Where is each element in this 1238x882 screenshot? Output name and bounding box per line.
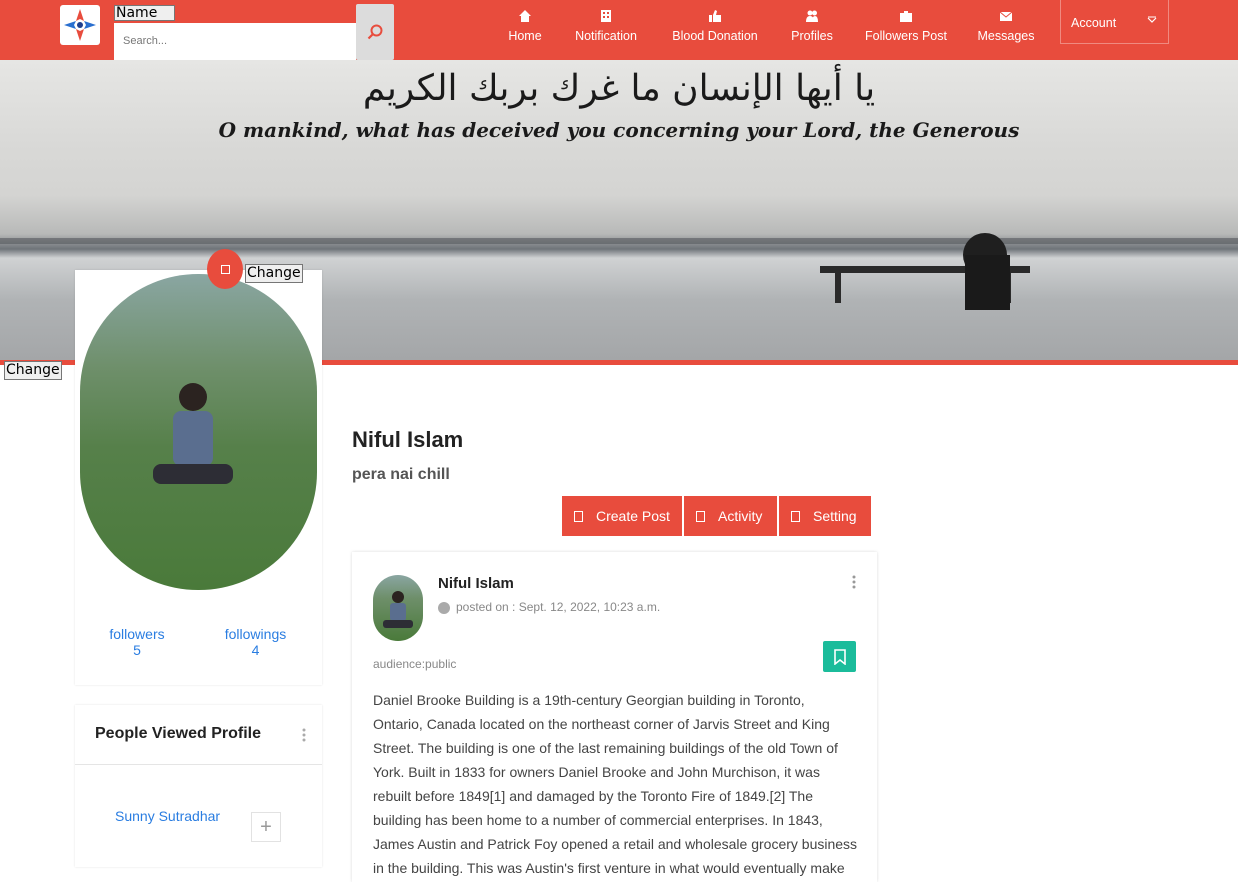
search-button[interactable] (356, 4, 394, 60)
account-label: Account (1071, 16, 1117, 30)
post-author-avatar[interactable] (373, 575, 423, 641)
activity-button[interactable]: Activity (684, 496, 777, 536)
nav-home[interactable]: Home (505, 8, 545, 52)
nav-profiles[interactable]: Profiles (789, 8, 835, 52)
followers-label: followers (109, 626, 165, 642)
setting-label: Setting (813, 508, 857, 524)
account-dropdown[interactable]: Account (1060, 0, 1169, 44)
nav-notification[interactable]: Notification (570, 8, 642, 52)
divider (75, 764, 322, 765)
change-avatar-button[interactable]: Change (245, 264, 303, 283)
nav-blood-donation[interactable]: Blood Donation (668, 8, 762, 52)
gear-icon (791, 510, 800, 522)
post-body: Daniel Brooke Building is a 19th-century… (373, 692, 858, 876)
post-avatar-person (383, 591, 413, 628)
edit-icon (574, 510, 583, 522)
followings-stat[interactable]: followings 4 (219, 626, 292, 658)
nav-label: Notification (575, 29, 637, 43)
nav-label: Blood Donation (672, 29, 758, 43)
search-icon (367, 24, 383, 40)
people-viewed-title: People Viewed Profile (95, 725, 261, 742)
people-viewed-card: People Viewed Profile Sunny Sutradhar + (75, 705, 322, 867)
post-audience: audience:public (373, 657, 457, 671)
site-logo[interactable] (60, 5, 100, 45)
nav-label: Followers Post (865, 29, 947, 43)
camera-icon (220, 264, 230, 274)
avatar-person (153, 383, 233, 484)
bookmark-icon (833, 648, 846, 665)
briefcase-icon (900, 8, 912, 24)
name-button[interactable]: Name (114, 5, 175, 21)
profile-name: Niful Islam (352, 427, 464, 452)
activity-label: Activity (718, 508, 763, 524)
nav-label: Home (508, 29, 542, 43)
nav-label: Messages (977, 29, 1035, 43)
search-input[interactable]: Search... (114, 23, 356, 60)
camera-button[interactable] (207, 249, 243, 289)
post-author-name[interactable]: Niful Islam (438, 575, 514, 592)
create-post-label: Create Post (596, 508, 670, 524)
setting-button[interactable]: Setting (779, 496, 871, 536)
envelope-icon (1000, 8, 1012, 24)
bookmark-button[interactable] (823, 641, 856, 672)
add-friend-button[interactable]: + (251, 812, 281, 842)
building-icon (600, 8, 612, 24)
more-vertical-icon[interactable] (301, 727, 307, 743)
post-card: Niful Islam posted on : Sept. 12, 2022, … (352, 552, 877, 882)
people-viewed-name[interactable]: Sunny Sutradhar (115, 808, 220, 824)
chevron-down-icon (1147, 16, 1157, 23)
thumbs-up-icon (709, 8, 721, 24)
change-cover-button[interactable]: Change (4, 361, 62, 380)
post-timestamp: posted on : Sept. 12, 2022, 10:23 a.m. (456, 600, 661, 614)
profile-avatar (80, 274, 317, 590)
nav-followers-post[interactable]: Followers Post (862, 8, 950, 52)
nav-messages[interactable]: Messages (976, 8, 1036, 52)
clock-icon (438, 602, 450, 614)
home-icon (519, 8, 531, 24)
top-navbar: Name Search... Home Notification Blood D… (0, 0, 1238, 60)
followings-label: followings (224, 626, 287, 642)
users-icon (806, 8, 818, 24)
activity-icon (696, 510, 705, 522)
logo-icon (62, 7, 98, 43)
followers-stat[interactable]: followers 5 (104, 626, 170, 658)
profile-bio: pera nai chill (352, 466, 450, 483)
followers-count: 5 (133, 642, 141, 658)
more-vertical-icon[interactable] (851, 574, 857, 590)
nav-label: Profiles (791, 29, 833, 43)
followings-count: 4 (251, 642, 260, 658)
create-post-button[interactable]: Create Post (562, 496, 682, 536)
